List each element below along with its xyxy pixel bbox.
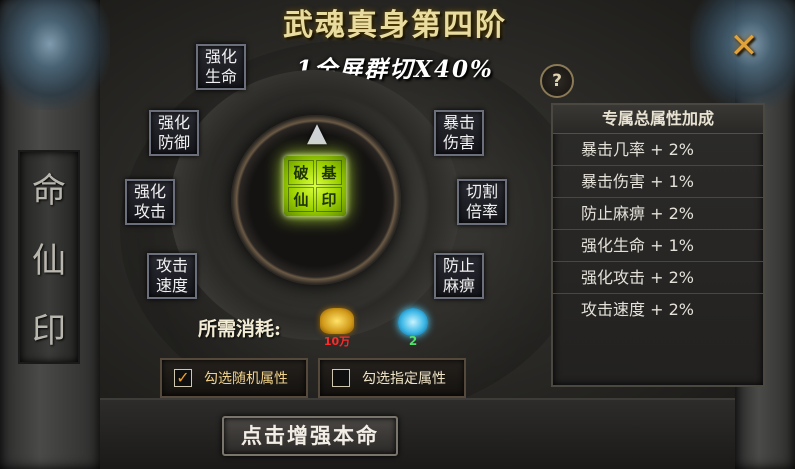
pillar-char: 印 (32, 310, 66, 351)
pillar-char: 命 (32, 170, 66, 211)
enhance-button[interactable]: 点击增强本命 (222, 416, 398, 456)
specified-attribute-option[interactable]: 勾选指定属性 (318, 358, 466, 398)
altar-steps (100, 398, 735, 469)
seal-char: 仙 (288, 187, 314, 212)
panel-row: 暴击伤害 + 1% (553, 167, 763, 198)
attr-paralysis-resist[interactable]: 防止 麻痹 (434, 253, 484, 299)
seal-char: 基 (316, 160, 342, 185)
pillar-char: 仙 (32, 240, 66, 281)
soul-cost-value: 2 (408, 334, 418, 348)
dragon-statue-icon (0, 0, 110, 110)
panel-row: 防止麻痹 + 2% (553, 199, 763, 230)
panel-row: 暴击几率 + 2% (553, 135, 763, 166)
panel-row: 强化生命 + 1% (553, 231, 763, 262)
seal-char: 印 (316, 187, 342, 212)
pillar-plaque: 命 仙 印 (18, 150, 80, 364)
blue-flame-icon (398, 308, 428, 336)
specified-attribute-label: 勾选指定属性 (362, 371, 446, 387)
attr-strengthen-defense[interactable]: 强化 防御 (149, 110, 199, 156)
panel-row: 强化攻击 + 2% (553, 263, 763, 294)
emblem-icon: ▲ (307, 118, 327, 148)
random-attribute-label: 勾选随机属性 (204, 371, 288, 387)
attr-strengthen-hp[interactable]: 强化 生命 (196, 44, 246, 90)
attr-cut-multiplier[interactable]: 切割 倍率 (457, 179, 507, 225)
seal-char: 破 (288, 160, 314, 185)
help-icon[interactable]: ? (540, 64, 574, 98)
panel-title: 专属总属性加成 (553, 105, 763, 134)
attr-attack-speed[interactable]: 攻击 速度 (147, 253, 197, 299)
gold-ingot-icon (320, 308, 354, 334)
page-title: 武魂真身第四阶 (283, 8, 507, 43)
attribute-bonus-panel: 专属总属性加成 暴击几率 + 2% 暴击伤害 + 1% 防止麻痹 + 2% 强化… (551, 103, 765, 387)
close-icon[interactable]: ✕ (727, 29, 761, 63)
random-attribute-option[interactable]: ✓ 勾选随机属性 (160, 358, 308, 398)
checkbox-checked-icon[interactable]: ✓ (174, 369, 192, 387)
panel-row: 攻击速度 + 2% (581, 300, 694, 319)
attr-strengthen-attack[interactable]: 强化 攻击 (125, 179, 175, 225)
cost-label: 所需消耗: (198, 318, 282, 340)
gold-cost-value: 10万 (323, 335, 351, 348)
attr-crit-damage[interactable]: 暴击 伤害 (434, 110, 484, 156)
game-window: 命 仙 印 武魂真身第四阶 1全屏群切X40% ✕ ? ▲ 破 基 仙 印 强化… (0, 0, 795, 469)
life-seal-icon[interactable]: 破 基 仙 印 (284, 156, 346, 216)
checkbox-empty-icon[interactable] (332, 369, 350, 387)
